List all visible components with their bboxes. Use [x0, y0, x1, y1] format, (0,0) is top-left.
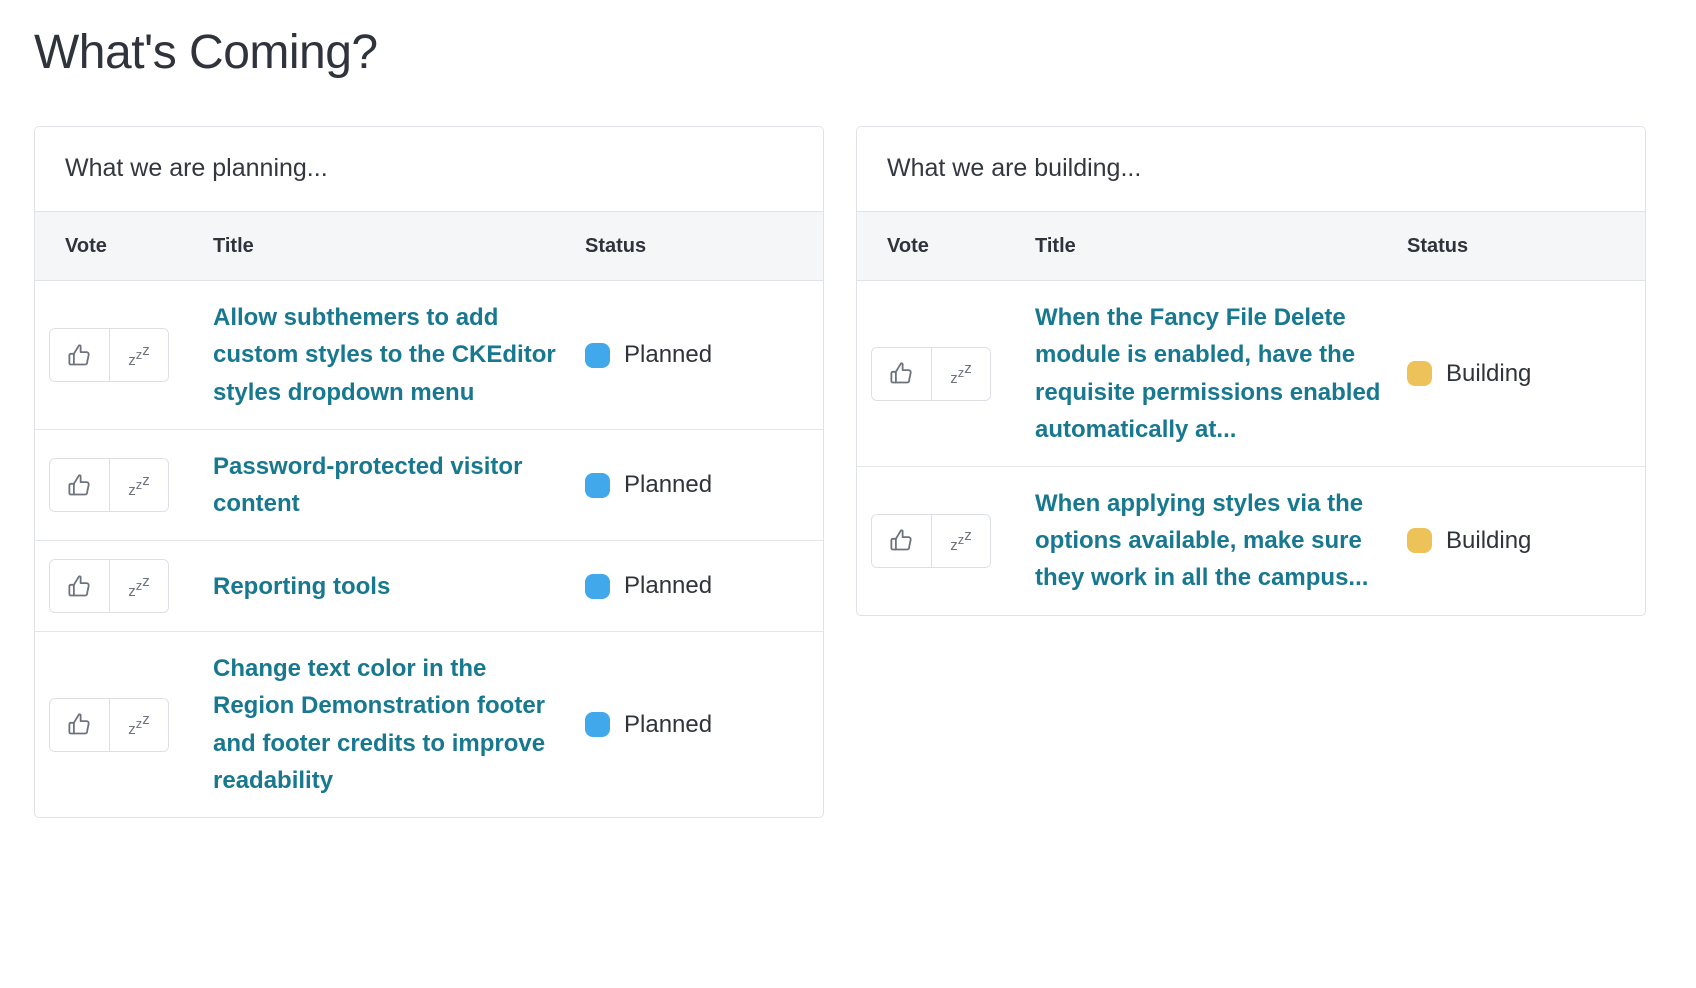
thumbs-up-icon: [66, 342, 93, 369]
building-table: Vote Title Status: [857, 212, 1645, 614]
column-header-title: Title: [1035, 212, 1407, 281]
panel-building: What we are building... Vote Title Statu…: [856, 126, 1646, 616]
panel-building-header: What we are building...: [857, 127, 1645, 212]
snooze-icon: zzz: [950, 361, 972, 386]
title-cell: When the Fancy File Delete module is ena…: [1035, 281, 1407, 467]
vote-button-group[interactable]: zzz: [49, 559, 169, 613]
roadmap-item-link[interactable]: Password-protected visitor content: [213, 448, 567, 522]
planning-table-body: zzz Allow subthemers to add custom style…: [35, 281, 823, 817]
upvote-button[interactable]: [50, 329, 109, 381]
column-header-vote: Vote: [857, 212, 1035, 281]
table-row: zzz Change text color in the Region Demo…: [35, 632, 823, 817]
status-badge: Planned: [585, 471, 823, 499]
title-cell: Password-protected visitor content: [213, 429, 585, 540]
table-row: zzz When applying styles via the options…: [857, 467, 1645, 615]
building-table-head: Vote Title Status: [857, 212, 1645, 281]
roadmap-page: What's Coming? What we are planning... V…: [0, 0, 1696, 988]
status-dot-planned: [585, 712, 610, 737]
roadmap-item-link[interactable]: Change text color in the Region Demonstr…: [213, 650, 567, 799]
status-cell: Building: [1407, 467, 1645, 615]
snooze-icon: zzz: [128, 473, 150, 498]
panels-container: What we are planning... Vote Title Statu…: [34, 126, 1696, 818]
status-cell: Planned: [585, 429, 823, 540]
thumbs-up-icon: [66, 472, 93, 499]
vote-cell: zzz: [857, 281, 1035, 467]
status-cell: Planned: [585, 632, 823, 817]
vote-button-group[interactable]: zzz: [49, 458, 169, 512]
table-row: zzz When the Fancy File Delete module is…: [857, 281, 1645, 467]
vote-button-group[interactable]: zzz: [871, 514, 991, 568]
table-header-row: Vote Title Status: [857, 212, 1645, 281]
upvote-button[interactable]: [50, 560, 109, 612]
panel-planning: What we are planning... Vote Title Statu…: [34, 126, 824, 818]
column-header-status: Status: [585, 212, 823, 281]
table-row: zzz Allow subthemers to add custom style…: [35, 281, 823, 430]
roadmap-item-link[interactable]: Reporting tools: [213, 568, 567, 605]
snooze-button[interactable]: zzz: [109, 699, 168, 751]
status-cell: Building: [1407, 281, 1645, 467]
vote-cell: zzz: [35, 281, 213, 430]
column-header-status: Status: [1407, 212, 1645, 281]
status-label: Planned: [624, 572, 712, 600]
vote-cell: zzz: [35, 632, 213, 817]
status-label: Building: [1446, 527, 1531, 555]
status-label: Planned: [624, 471, 712, 499]
status-badge: Planned: [585, 341, 823, 369]
status-label: Building: [1446, 360, 1531, 388]
vote-cell: zzz: [35, 541, 213, 632]
planning-table: Vote Title Status: [35, 212, 823, 817]
status-badge: Building: [1407, 360, 1645, 388]
status-cell: Planned: [585, 281, 823, 430]
page-title: What's Coming?: [0, 0, 1696, 82]
status-dot-planned: [585, 473, 610, 498]
table-row: zzz Reporting tools Planned: [35, 541, 823, 632]
building-table-body: zzz When the Fancy File Delete module is…: [857, 281, 1645, 615]
roadmap-item-link[interactable]: Allow subthemers to add custom styles to…: [213, 299, 567, 411]
roadmap-item-link[interactable]: When the Fancy File Delete module is ena…: [1035, 299, 1389, 448]
status-dot-planned: [585, 343, 610, 368]
snooze-button[interactable]: zzz: [109, 329, 168, 381]
status-cell: Planned: [585, 541, 823, 632]
status-dot-building: [1407, 528, 1432, 553]
status-label: Planned: [624, 711, 712, 739]
status-badge: Planned: [585, 572, 823, 600]
title-cell: Allow subthemers to add custom styles to…: [213, 281, 585, 430]
thumbs-up-icon: [66, 573, 93, 600]
snooze-icon: zzz: [950, 528, 972, 553]
snooze-button[interactable]: zzz: [109, 560, 168, 612]
panel-planning-header: What we are planning...: [35, 127, 823, 212]
column-header-vote: Vote: [35, 212, 213, 281]
table-header-row: Vote Title Status: [35, 212, 823, 281]
upvote-button[interactable]: [50, 459, 109, 511]
upvote-button[interactable]: [50, 699, 109, 751]
snooze-button[interactable]: zzz: [931, 515, 990, 567]
table-row: zzz Password-protected visitor content P…: [35, 429, 823, 540]
snooze-icon: zzz: [128, 343, 150, 368]
vote-button-group[interactable]: zzz: [49, 328, 169, 382]
upvote-button[interactable]: [872, 348, 931, 400]
title-cell: When applying styles via the options ava…: [1035, 467, 1407, 615]
snooze-icon: zzz: [128, 574, 150, 599]
title-cell: Change text color in the Region Demonstr…: [213, 632, 585, 817]
snooze-icon: zzz: [128, 712, 150, 737]
status-dot-building: [1407, 361, 1432, 386]
planning-table-head: Vote Title Status: [35, 212, 823, 281]
roadmap-item-link[interactable]: When applying styles via the options ava…: [1035, 485, 1389, 597]
thumbs-up-icon: [888, 360, 915, 387]
snooze-button[interactable]: zzz: [109, 459, 168, 511]
status-badge: Planned: [585, 711, 823, 739]
status-dot-planned: [585, 574, 610, 599]
status-label: Planned: [624, 341, 712, 369]
status-badge: Building: [1407, 527, 1645, 555]
column-header-title: Title: [213, 212, 585, 281]
vote-cell: zzz: [857, 467, 1035, 615]
snooze-button[interactable]: zzz: [931, 348, 990, 400]
vote-button-group[interactable]: zzz: [871, 347, 991, 401]
title-cell: Reporting tools: [213, 541, 585, 632]
thumbs-up-icon: [888, 527, 915, 554]
thumbs-up-icon: [66, 711, 93, 738]
vote-button-group[interactable]: zzz: [49, 698, 169, 752]
vote-cell: zzz: [35, 429, 213, 540]
upvote-button[interactable]: [872, 515, 931, 567]
